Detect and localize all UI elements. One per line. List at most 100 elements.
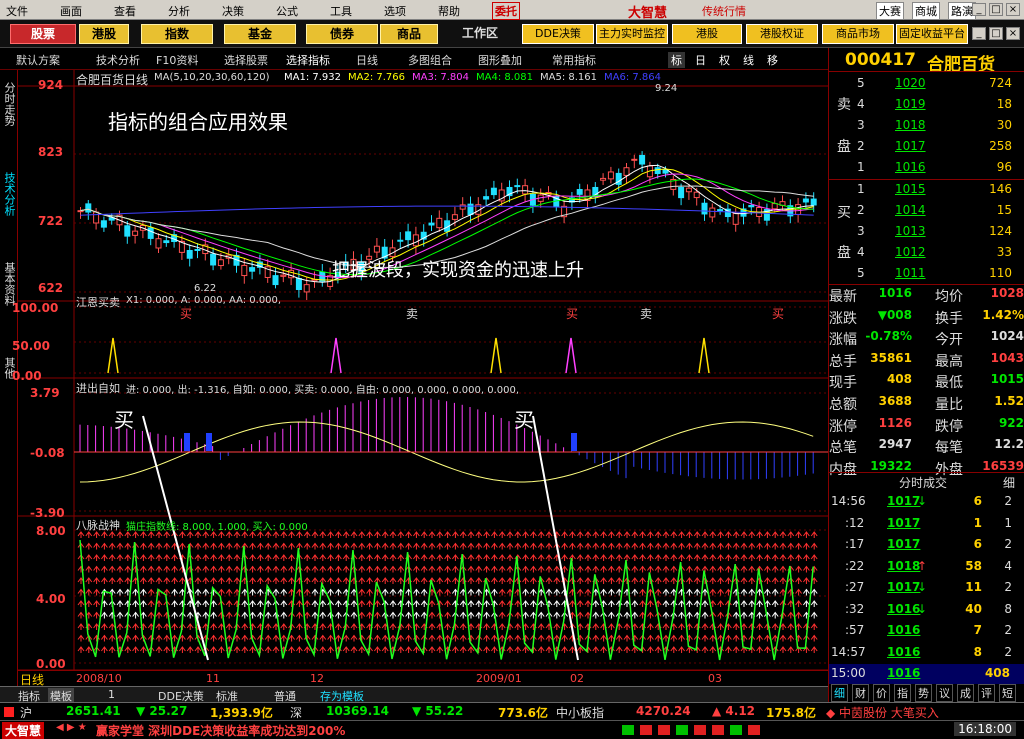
menu-item-1[interactable]: 画面: [60, 3, 82, 19]
menu-item-5[interactable]: 公式: [276, 3, 298, 19]
toolbar-right-btn-5[interactable]: 固定收益平台: [896, 24, 968, 44]
menu-item-0[interactable]: 文件: [6, 3, 28, 19]
ind3-arrow: [116, 577, 124, 584]
ind3-arrow: [319, 542, 327, 550]
panel-tab-2[interactable]: 价: [873, 684, 890, 702]
buy-price-1[interactable]: 1014: [895, 203, 926, 217]
subtool-item-3[interactable]: 选择股票: [224, 52, 268, 68]
subtool-item-8[interactable]: 常用指标: [552, 52, 596, 68]
window-btn-1[interactable]: □: [989, 3, 1003, 16]
menu-item-6[interactable]: 工具: [330, 3, 352, 19]
ind3-arrow: [584, 531, 592, 538]
panel-tab-1[interactable]: 财: [852, 684, 869, 702]
left-tab-2[interactable]: 基本资料: [1, 256, 17, 312]
ind3-arrow: [795, 611, 802, 619]
period-icon-1[interactable]: 日: [692, 52, 709, 68]
sell-price-1[interactable]: 1019: [895, 97, 926, 111]
ind3-arrow: [288, 646, 295, 653]
panel-tab-5[interactable]: 议: [936, 684, 953, 702]
candle-body: [483, 196, 490, 200]
sub-window-btn-1[interactable]: □: [989, 27, 1003, 40]
buy-price-2[interactable]: 1013: [895, 224, 926, 238]
link-1[interactable]: 商城: [912, 2, 940, 20]
toolbar-btn-0[interactable]: 股票: [10, 24, 76, 44]
panel-tab-0[interactable]: 细: [831, 684, 848, 702]
sell-price-3[interactable]: 1017: [895, 139, 926, 153]
subtool-item-1[interactable]: 技术分析: [96, 52, 140, 68]
ind3-arrow: [155, 565, 163, 573]
period-icon-3[interactable]: 线: [740, 52, 757, 68]
subtool-item-6[interactable]: 多图组合: [408, 52, 452, 68]
toolbar-right-btn-4[interactable]: 商品市场: [822, 24, 894, 44]
tick-vol-4: 11: [965, 580, 982, 594]
period-icon-0[interactable]: 标: [668, 52, 685, 68]
ind3-arrow: [491, 588, 498, 596]
left-tab-3[interactable]: 其他: [1, 346, 17, 390]
buy-price-4[interactable]: 1011: [895, 266, 926, 280]
ind3-arrow: [709, 634, 717, 642]
menu-item-8[interactable]: 帮助: [438, 3, 460, 19]
toolbar-right-btn-2[interactable]: 港股: [672, 24, 742, 44]
panel-tab-4[interactable]: 势: [915, 684, 932, 702]
ind3-arrow: [584, 588, 592, 596]
menu-item-2[interactable]: 查看: [114, 3, 136, 19]
ticks-detail-button[interactable]: 细: [1003, 474, 1015, 491]
menu-item-3[interactable]: 分析: [168, 3, 190, 19]
ind3-arrow: [436, 646, 444, 653]
sell-price-4[interactable]: 1016: [895, 160, 926, 174]
stat-label-b-3: 最高: [935, 353, 963, 370]
subtool-item-2[interactable]: F10资料: [156, 52, 198, 68]
workarea-label[interactable]: 工作区: [452, 24, 508, 44]
left-tab-1[interactable]: 技术分析: [1, 166, 17, 222]
ind3-arrow: [810, 531, 818, 538]
subtool-item-0[interactable]: 默认方案: [16, 52, 60, 68]
ticker-nav-icon[interactable]: ◀ ▶ ★: [56, 722, 87, 733]
bottom-tab-2[interactable]: 1: [108, 688, 115, 701]
ind3-arrow: [116, 531, 124, 538]
subtool-item-5[interactable]: 日线: [356, 52, 378, 68]
ind3-arrow: [397, 577, 405, 584]
sub-window-btn-2[interactable]: ×: [1006, 27, 1020, 40]
buy-price-3[interactable]: 1012: [895, 245, 926, 259]
sell-price-2[interactable]: 1018: [895, 118, 926, 132]
chart-canvas[interactable]: [18, 70, 828, 670]
ind3-arrow: [155, 634, 163, 642]
panel-tab-6[interactable]: 成: [957, 684, 974, 702]
toolbar-right-btn-0[interactable]: DDE决策: [522, 24, 594, 44]
ind3-arrow: [264, 577, 272, 584]
ind3-arrow: [779, 646, 787, 653]
ind3-arrow: [764, 531, 771, 538]
window-btn-2[interactable]: ×: [1006, 3, 1020, 16]
buy-price-0[interactable]: 1015: [895, 182, 926, 196]
menu-item-4[interactable]: 决策: [222, 3, 244, 19]
toolbar-right-btn-3[interactable]: 港股权证: [746, 24, 818, 44]
left-tab-0[interactable]: 分时走势: [1, 76, 17, 132]
toolbar-right-btn-1[interactable]: 主力实时监控: [596, 24, 668, 44]
ind3-arrow: [397, 531, 405, 538]
subtool-item-4[interactable]: 选择指标: [286, 52, 330, 68]
period-icon-4[interactable]: 移: [764, 52, 781, 68]
subtool-item-7[interactable]: 图形叠加: [478, 52, 522, 68]
ind3-arrow: [436, 634, 444, 642]
trade-button[interactable]: 委托: [492, 2, 520, 20]
period-icon-2[interactable]: 权: [716, 52, 733, 68]
stat-label-a-7: 总笔: [829, 440, 857, 457]
sell-price-0[interactable]: 1020: [895, 76, 926, 90]
toolbar-btn-3[interactable]: 基金: [224, 24, 296, 44]
menu-item-7[interactable]: 选项: [384, 3, 406, 19]
panel-tab-8[interactable]: 短: [999, 684, 1016, 702]
panel-tab-7[interactable]: 评: [978, 684, 995, 702]
toolbar-btn-1[interactable]: 港股: [79, 24, 129, 44]
toolbar-btn-5[interactable]: 商品: [380, 24, 438, 44]
date-tick-1: 11: [206, 672, 220, 685]
window-btn-0[interactable]: _: [972, 3, 986, 16]
panel-tab-3[interactable]: 指: [894, 684, 911, 702]
toolbar-btn-2[interactable]: 指数: [141, 24, 213, 44]
toolbar-btn-4[interactable]: 债券: [306, 24, 378, 44]
ind3-arrow: [202, 554, 210, 561]
link-0[interactable]: 大赛: [876, 2, 904, 20]
sub-window-btn-0[interactable]: _: [972, 27, 986, 40]
candle-body: [576, 189, 583, 195]
ind3-arrow: [600, 554, 607, 561]
ind1-spike-2: [490, 337, 502, 374]
